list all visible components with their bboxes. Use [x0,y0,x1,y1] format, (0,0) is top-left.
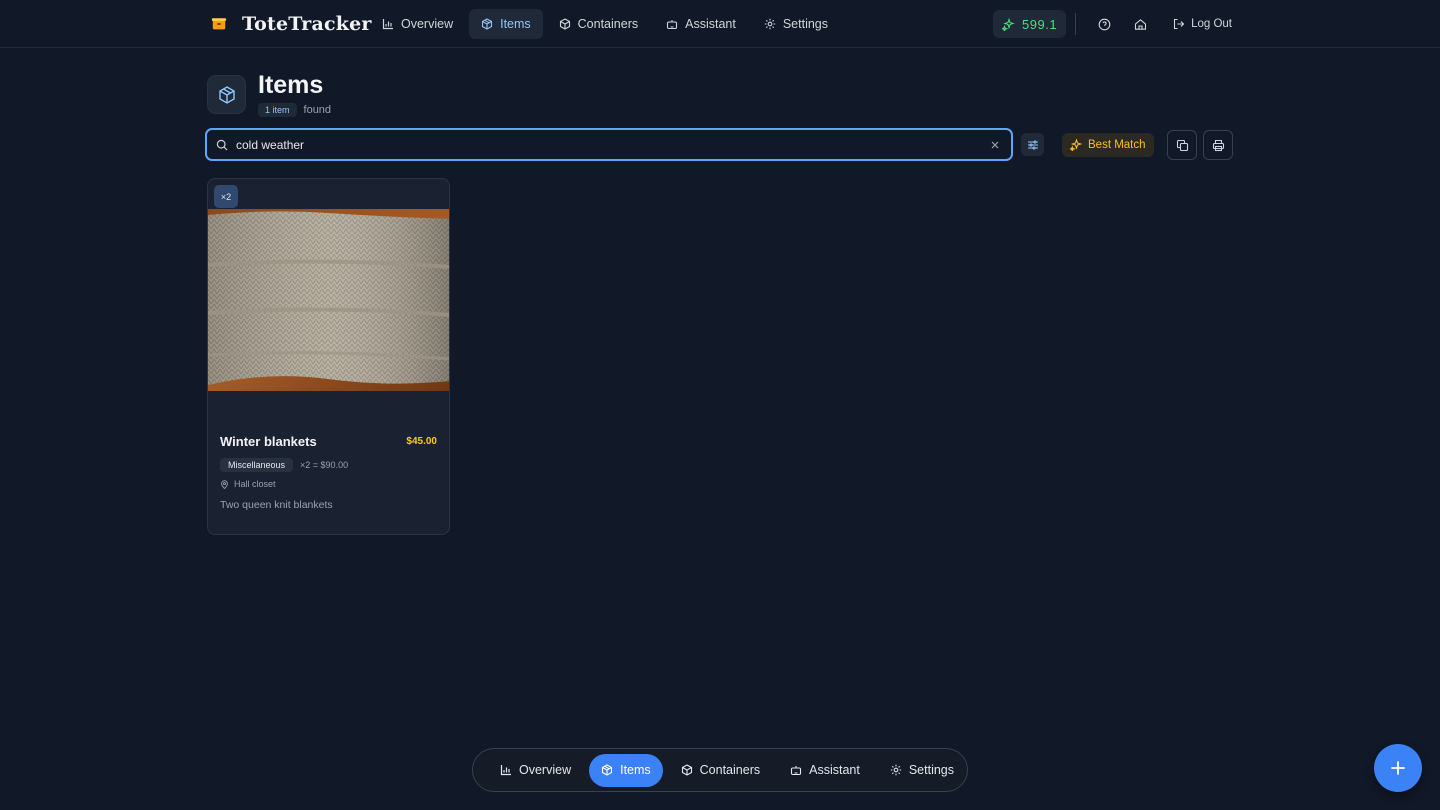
search-box [205,128,1013,161]
credits-value: 599.1 [1022,16,1058,32]
page-icon-badge [207,75,246,114]
category-tag[interactable]: Miscellaneous [220,458,294,472]
item-meta: Miscellaneous ×2 = $90.00 [220,458,348,472]
cube-icon [218,85,235,104]
nav-assistant[interactable]: Assistant [654,9,748,39]
printer-icon [1212,139,1224,151]
box-icon [559,18,570,30]
item-total: ×2 = $90.00 [300,460,349,470]
bottom-nav-settings-label: Settings [908,763,954,777]
credits-badge[interactable]: 599.1 [993,10,1067,38]
result-count: 1 item found [258,103,331,117]
bottom-nav-items-label: Items [620,763,651,777]
clear-search-button[interactable] [988,138,1002,152]
home-icon [1134,18,1146,30]
bottom-nav: Overview Items Containers Assistant Sett… [472,748,968,792]
bar-chart-icon [382,19,393,30]
bar-chart-icon [500,765,511,776]
nav-settings[interactable]: Settings [752,9,840,39]
gear-icon [764,18,776,30]
bottom-nav-assistant-label: Assistant [809,763,860,777]
item-price: $45.00 [406,436,437,447]
nav-assistant-label: Assistant [685,17,736,31]
top-bar: ToteTracker Overview Items Containers As… [0,0,1440,48]
found-text: found [303,104,332,116]
map-pin-icon [221,479,228,489]
robot-icon [667,20,678,30]
nav-containers[interactable]: Containers [547,9,650,39]
plus-icon [1391,761,1405,775]
item-name: Winter blankets [220,434,317,449]
nav-items[interactable]: Items [469,9,543,39]
print-button[interactable] [1203,130,1233,160]
sort-label: Best Match [1088,139,1146,151]
gear-icon [890,764,902,776]
top-nav: Overview Items Containers Assistant Sett… [370,9,840,39]
bottom-nav-overview-label: Overview [519,763,572,777]
item-card[interactable]: ×2 Winter blankets $45.00 Miscellaneous … [207,178,450,535]
filter-button[interactable] [1021,133,1044,156]
search-icon [216,139,228,150]
bottom-nav-items[interactable]: Items [589,753,663,787]
duplicate-button[interactable] [1167,130,1197,160]
nav-settings-label: Settings [782,17,828,31]
quantity-badge: ×2 [214,185,238,208]
add-item-button[interactable] [1374,744,1422,792]
tote-box-icon [210,15,228,33]
bottom-nav-settings[interactable]: Settings [878,754,966,787]
item-description: Two queen knit blankets [220,499,333,511]
home-button[interactable] [1127,11,1153,37]
cube-icon [602,764,613,776]
copy-icon [1176,139,1188,151]
nav-containers-label: Containers [577,17,639,31]
sparkle-icon [1070,139,1082,151]
divider [1075,13,1077,35]
search-input[interactable] [236,137,988,152]
sliders-icon [1027,139,1038,150]
logout-button[interactable]: Log Out [1173,18,1232,30]
top-right-controls: 599.1 Log Out [993,10,1232,38]
item-location: Hall closet [220,479,276,489]
help-button[interactable] [1091,11,1117,37]
nav-overview[interactable]: Overview [370,9,465,39]
nav-items-label: Items [500,17,531,31]
help-circle-icon [1098,18,1110,30]
location-label: Hall closet [234,479,276,489]
app-name: ToteTracker [242,13,372,35]
bottom-nav-containers[interactable]: Containers [669,754,772,787]
cube-icon [482,18,493,30]
item-photo[interactable] [208,209,450,391]
box-icon [681,764,692,776]
brand[interactable]: ToteTracker [210,12,372,36]
nav-overview-label: Overview [401,17,454,31]
logout-label: Log Out [1191,18,1232,30]
close-icon [991,141,999,148]
count-badge: 1 item [258,103,297,117]
page-title: Items [258,71,324,99]
sparkle-icon [1002,17,1015,31]
bottom-nav-assistant[interactable]: Assistant [778,754,872,787]
bottom-nav-containers-label: Containers [699,763,761,777]
bottom-nav-overview[interactable]: Overview [488,754,583,787]
sort-best-match-button[interactable]: Best Match [1062,133,1154,157]
robot-icon [791,766,802,776]
logout-icon [1174,18,1185,30]
